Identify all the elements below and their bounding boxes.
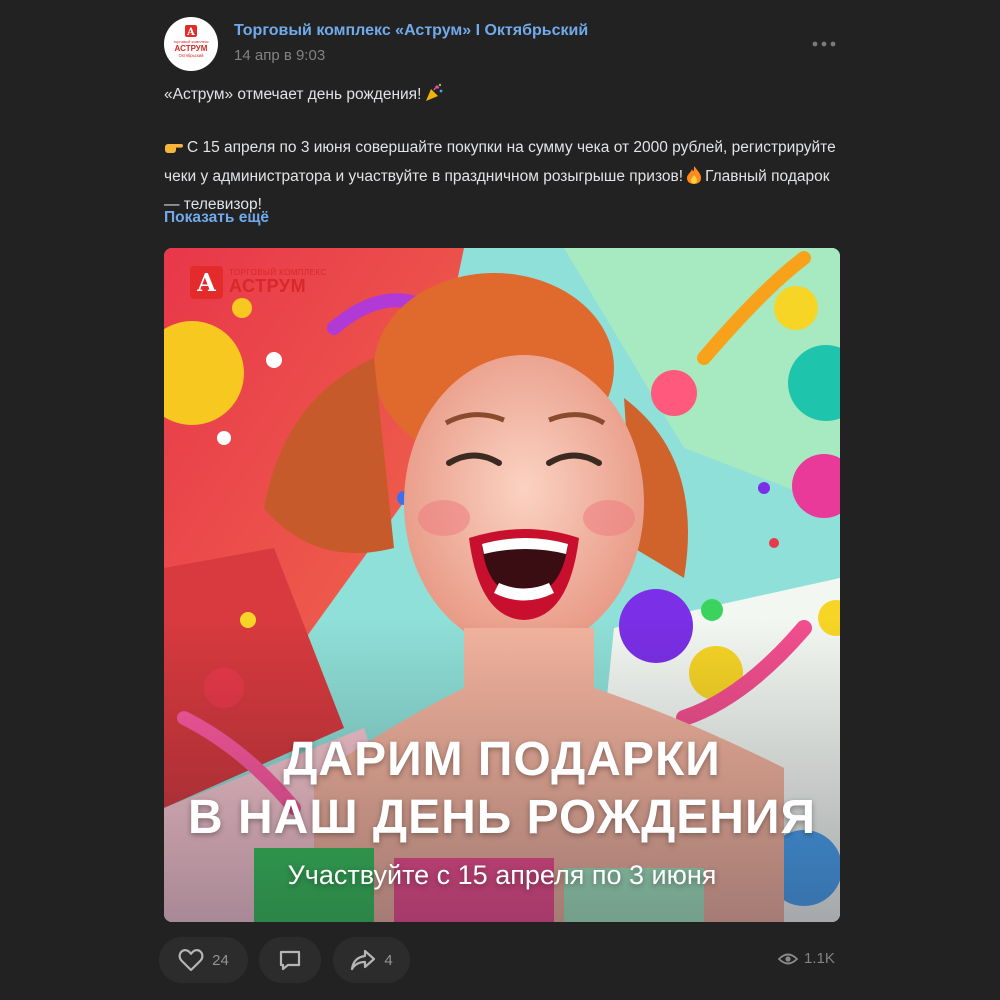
astrum-logo-icon: А торговый комплекс АСТРУМ Октябрьский [173, 25, 209, 58]
post-line-1: «Аструм» отмечает день рождения! [164, 86, 422, 103]
logo-title: АСТРУМ [229, 276, 307, 296]
more-dots-icon [812, 41, 836, 47]
post-image[interactable]: А ТОРГОВЫЙ КОМПЛЕКС АСТРУМ ДАРИМ ПОДАРКИ… [164, 248, 840, 922]
post-card: А торговый комплекс АСТРУМ Октябрьский Т… [0, 0, 1000, 1000]
more-options-button[interactable] [806, 32, 842, 56]
fire-icon [686, 165, 702, 194]
post-text: «Аструм» отмечает день рождения! С 15 ап… [164, 83, 844, 218]
image-subline: Участвуйте с 15 апреля по 3 июня [287, 860, 717, 890]
pointing-hand-icon [164, 138, 184, 165]
view-count: 1.1K [804, 950, 835, 967]
share-arrow-icon [351, 949, 376, 971]
post-paragraph-1: «Аструм» отмечает день рождения! [164, 83, 844, 112]
svg-text:А: А [187, 27, 196, 38]
svg-text:АСТРУМ: АСТРУМ [175, 44, 208, 53]
heart-icon [178, 949, 204, 972]
author-name[interactable]: Торговый комплекс «Аструм» I Октябрьский [234, 22, 588, 40]
share-button[interactable]: 4 [333, 937, 410, 983]
image-headline-1: ДАРИМ ПОДАРКИ [283, 733, 721, 786]
svg-text:Октябрьский: Октябрьский [179, 53, 204, 58]
comment-button[interactable] [259, 937, 321, 983]
like-button[interactable]: 24 [159, 937, 248, 983]
share-count: 4 [384, 951, 393, 969]
show-more-link[interactable]: Показать ещё [164, 209, 269, 227]
view-counter: 1.1K [778, 950, 835, 967]
logo-mark-icon: А [190, 265, 223, 299]
comment-icon [279, 950, 301, 971]
like-count: 24 [212, 951, 229, 969]
astrum-logo: А ТОРГОВЫЙ КОМПЛЕКС АСТРУМ [190, 263, 327, 301]
party-popper-icon [424, 83, 444, 112]
image-headline-2: В НАШ ДЕНЬ РОЖДЕНИЯ [188, 791, 816, 844]
eye-icon [778, 953, 798, 964]
post-date[interactable]: 14 апр в 9:03 [234, 47, 325, 64]
community-avatar[interactable]: А торговый комплекс АСТРУМ Октябрьский [164, 17, 218, 71]
post-paragraph-2: С 15 апреля по 3 июня совершайте покупки… [164, 136, 844, 218]
